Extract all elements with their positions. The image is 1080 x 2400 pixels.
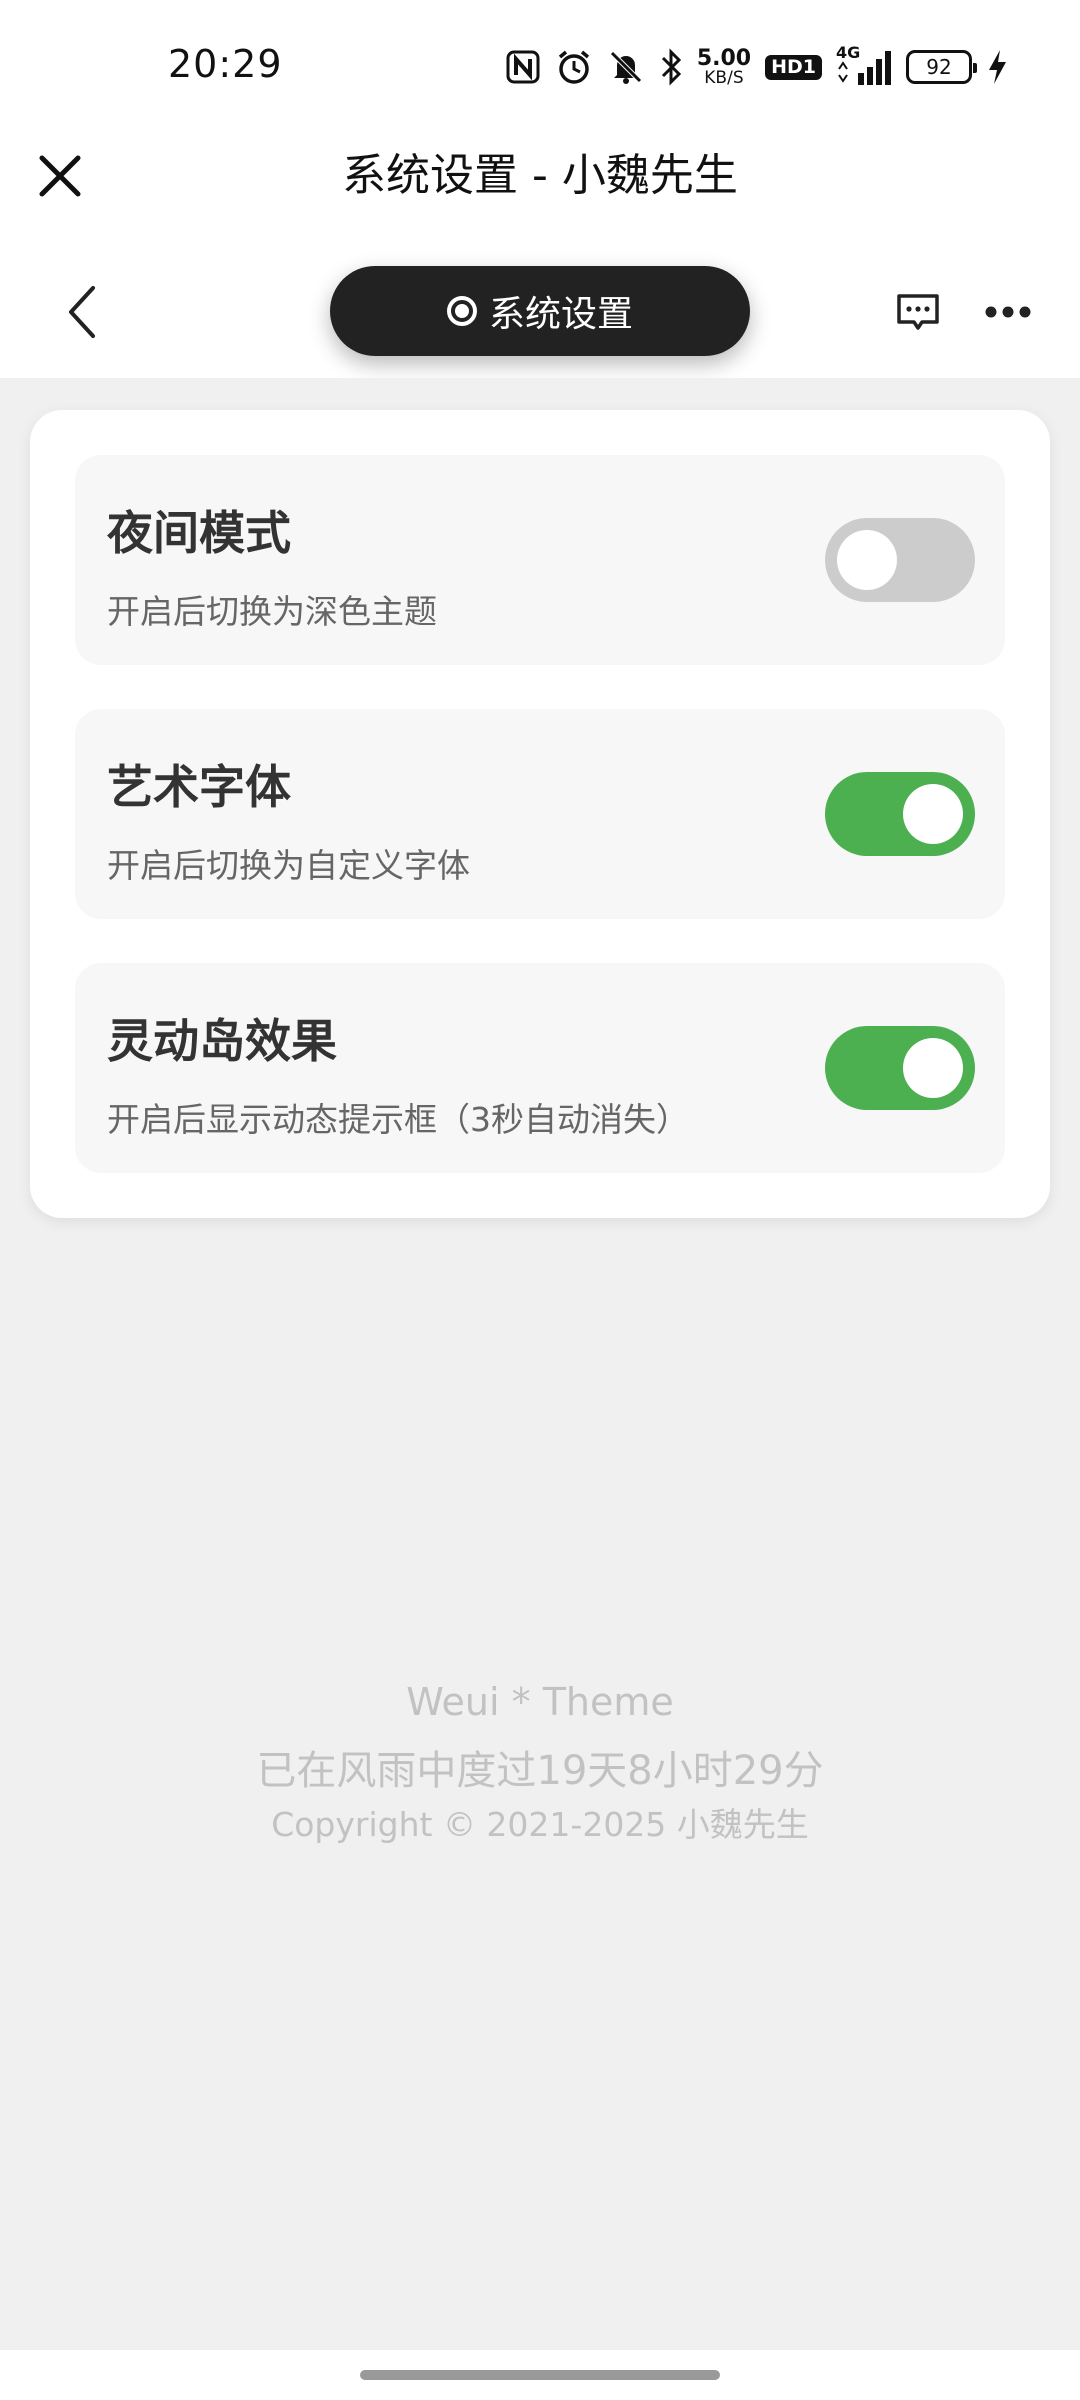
setting-title: 灵动岛效果 (107, 1014, 337, 1068)
content-area: 夜间模式 开启后切换为深色主题 艺术字体 开启后切换为自定义字体 灵动岛效果 开… (0, 378, 1080, 2350)
bluetooth-icon (659, 45, 683, 89)
setting-desc: 开启后显示动态提示框（3秒自动消失） (107, 1100, 689, 1139)
hd-badge: HD1 (765, 45, 822, 89)
setting-art-font: 艺术字体 开启后切换为自定义字体 (75, 709, 1005, 919)
footer-copyright: Copyright © 2021-2025 小魏先生 (271, 1805, 809, 1844)
settings-card: 夜间模式 开启后切换为深色主题 艺术字体 开启后切换为自定义字体 灵动岛效果 开… (30, 410, 1050, 1218)
nav-bar: 系统设置 (0, 250, 1080, 378)
nfc-icon (505, 45, 541, 89)
chevron-left-icon (69, 286, 95, 338)
bottom-area (0, 2350, 1080, 2400)
toggle-knob (837, 530, 897, 590)
hd-badge-label: HD1 (765, 54, 822, 80)
setting-title: 夜间模式 (107, 506, 291, 560)
status-time: 20:29 (168, 42, 283, 86)
night-mode-toggle[interactable] (825, 518, 975, 602)
message-icon (897, 294, 939, 330)
status-bar: 20:29 5.00 KB/S HD1 4G 92 (0, 0, 1080, 130)
title-bar: 系统设置 - 小魏先生 (0, 130, 1080, 250)
toggle-knob (903, 1038, 963, 1098)
status-icons: 5.00 KB/S HD1 4G 92 (505, 43, 1008, 90)
charging-icon (986, 45, 1008, 89)
setting-desc: 开启后切换为深色主题 (107, 592, 437, 631)
page-title: 系统设置 - 小魏先生 (342, 150, 738, 201)
signal-icon: 4G (836, 43, 892, 89)
setting-desc: 开启后切换为自定义字体 (107, 846, 470, 885)
footer-uptime: 已在风雨中度过19天8小时29分 (256, 1748, 824, 1794)
battery-icon: 92 (906, 45, 977, 89)
net-speed-unit: KB/S (704, 67, 744, 88)
dynamic-island-toggle[interactable] (825, 1026, 975, 1110)
message-button[interactable] (888, 282, 948, 342)
more-button[interactable] (978, 282, 1038, 342)
mute-icon (607, 45, 645, 89)
setting-dynamic-island: 灵动岛效果 开启后显示动态提示框（3秒自动消失） (75, 963, 1005, 1173)
alarm-icon (555, 45, 593, 89)
back-button[interactable] (50, 280, 114, 344)
home-indicator[interactable] (360, 2370, 720, 2380)
toggle-knob (903, 784, 963, 844)
setting-night-mode: 夜间模式 开启后切换为深色主题 (75, 455, 1005, 665)
net-speed: 5.00 KB/S (697, 45, 751, 89)
section-pill-label: 系统设置 (488, 294, 633, 335)
more-icon (985, 306, 1031, 318)
battery-level: 92 (906, 50, 977, 84)
app-screen: 20:29 5.00 KB/S HD1 4G 92 系统设置 - 小魏先生 系统… (0, 0, 1080, 2400)
radio-dot-icon (446, 296, 477, 326)
net-speed-value: 5.00 (696, 45, 752, 71)
setting-title: 艺术字体 (107, 760, 291, 814)
footer-theme: Weui * Theme (406, 1680, 674, 1724)
network-type: 4G (836, 43, 861, 62)
section-pill[interactable]: 系统设置 (330, 266, 750, 356)
art-font-toggle[interactable] (825, 772, 975, 856)
